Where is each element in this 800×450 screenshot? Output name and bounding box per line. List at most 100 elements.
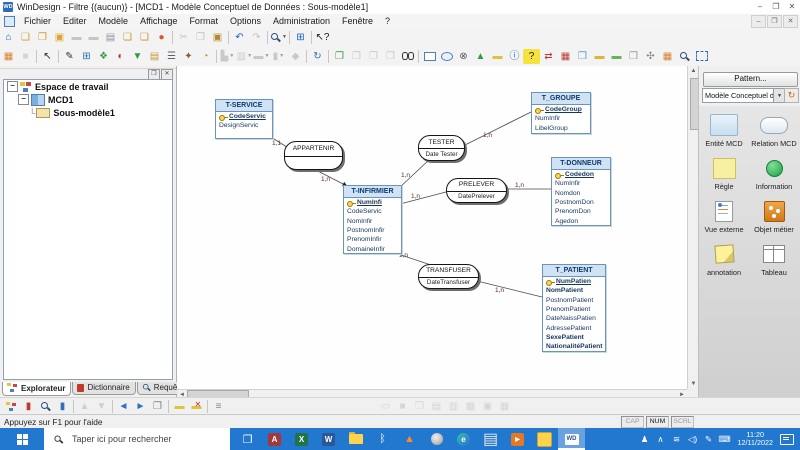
dictionary-book-icon[interactable]: ▮ [20,399,37,414]
minimize-button[interactable]: – [752,1,768,13]
relation-transfuser[interactable]: TRANSFUSERDateTransfuser [418,264,479,289]
printer-icon[interactable]: ▤ [477,428,504,450]
palette-item-information[interactable]: Information [749,157,799,191]
pattern-model-select[interactable]: Modèle Conceptuel de Dor ▼ [702,88,786,103]
entity-t-donneur[interactable]: T-DONNEURCodedonNumInfirNomdonPostnomDon… [551,157,611,226]
print-icon[interactable]: ▤ [102,30,119,45]
file-explorer-icon[interactable] [342,428,369,450]
maximize-button[interactable]: ❐ [768,1,784,13]
menu-editer[interactable]: Editer [57,14,93,28]
link-tool-icon[interactable]: ⇄ [540,49,557,64]
refresh-icon[interactable]: ↻ [309,49,326,64]
note-tool-icon[interactable]: ? [523,49,540,64]
mdi-minimize-button[interactable]: – [751,15,766,28]
palette-item-annotation[interactable]: annotation [699,243,749,277]
edge-icon[interactable]: e [450,428,477,450]
notification-center-icon[interactable] [780,434,794,445]
entity-t-infirmier[interactable]: T-INFIRMIERNumInfiCodeServicNomInfirPost… [343,185,402,254]
vlc-icon[interactable]: ▲ [396,428,423,450]
new-model-icon[interactable]: ❏ [17,30,34,45]
folder-green-icon[interactable]: ▬ [608,49,625,64]
grid-icon[interactable]: ⊞ [292,30,309,45]
hierarchy-icon[interactable]: ⊞ [78,49,95,64]
show-labels-icon[interactable]: ▬ [171,399,188,414]
zoom-icon[interactable]: ▼ [270,30,287,45]
pen-icon[interactable]: ✎ [701,434,717,445]
open-icon[interactable]: ▣ [51,30,68,45]
new-from-model-icon[interactable]: ❐ [34,30,51,45]
hide-labels-icon[interactable]: ▬ [188,399,205,414]
pattern-reload-icon[interactable]: ↻ [784,88,799,103]
tree-item-sous-mod-le1[interactable]: └Sous-modèle1 [4,106,172,119]
information-tool-icon[interactable]: ⓘ [506,49,523,64]
import-icon[interactable]: ❏ [136,30,153,45]
entity-tool-icon[interactable] [421,49,438,64]
palette-item-relation[interactable]: Relation MCD [749,114,799,148]
paste-icon[interactable]: ▣ [209,30,226,45]
gray-app-icon[interactable] [423,428,450,450]
clipboard-icon[interactable]: ▤ [146,49,163,64]
touch-keyboard-icon[interactable]: ⌨ [717,434,733,445]
network-icon[interactable]: ≋ [669,434,685,445]
generate-icon[interactable]: ✣ [642,49,659,64]
nav-back-icon[interactable]: ◄ [115,399,132,414]
access-icon[interactable]: A [261,428,288,450]
windesign-app-icon[interactable]: WD [558,428,585,450]
folder-yellow-icon[interactable]: ▬ [591,49,608,64]
palette-item-business-object[interactable]: Objet métier [749,200,799,234]
search-input[interactable] [70,433,214,445]
mdi-close-button[interactable]: ✕ [783,15,798,28]
table-tool-icon[interactable]: ▦ [557,49,574,64]
select-region-icon[interactable] [693,49,710,64]
expand-toggle-icon[interactable]: − [18,94,29,105]
label-tool-icon[interactable]: ▬ [489,49,506,64]
relation-tool-icon[interactable] [438,49,455,64]
mdi-restore-button[interactable]: ❐ [767,15,782,28]
taskbar-search[interactable] [44,428,230,450]
domain-tool-icon[interactable]: ▲ [472,49,489,64]
menu-fentre[interactable]: Fenêtre [336,14,379,28]
start-button[interactable] [0,428,44,450]
excel-icon[interactable]: X [288,428,315,450]
menu-administration[interactable]: Administration [267,14,336,28]
palette-item-rule[interactable]: Règle [699,157,749,191]
collapse-panel-icon[interactable]: ≡ [210,399,227,414]
chevron-up-icon[interactable]: ∧ [653,434,669,445]
volume-icon[interactable]: ◁) [685,434,701,445]
explorer-tree-icon[interactable] [3,399,20,414]
menu-format[interactable]: Format [183,14,224,28]
bluetooth-icon[interactable]: ᛒ [369,428,396,450]
format-painter-icon[interactable]: ◐ [112,49,129,64]
select-tool-icon[interactable]: ↖ [39,49,56,64]
wizard-icon[interactable]: ✦ [180,49,197,64]
pages-tool-icon[interactable]: ❒ [574,49,591,64]
model-check-icon[interactable]: ▦ [0,49,17,64]
mosaic-icon[interactable]: ▦ [659,49,676,64]
palette-item-external-view[interactable]: Vue externe [699,200,749,234]
constraint-tool-icon[interactable]: ⊗ [455,49,472,64]
people-icon[interactable]: ♟ [637,434,653,445]
pattern-button[interactable]: Pattern... [703,72,798,87]
report-icon[interactable]: ☰ [163,49,180,64]
menu-modle[interactable]: Modèle [93,14,135,28]
word-icon[interactable]: W [315,428,342,450]
documentation-book-icon[interactable]: ▮ [54,399,71,414]
relation-prelever[interactable]: PRELEVERDatePrelever [446,178,507,203]
import-data-icon[interactable]: ▼ [129,49,146,64]
menu-?[interactable]: ? [379,14,396,28]
shapes-icon[interactable]: ❖ [95,49,112,64]
menu-fichier[interactable]: Fichier [18,14,57,28]
layers-icon[interactable]: ❐ [331,49,348,64]
media-app-icon[interactable]: ▶ [504,428,531,450]
entity-t-service[interactable]: T-SERVICECodeServicDesignServic [215,99,273,139]
nav-forward-icon[interactable]: ► [132,399,149,414]
web-publish-icon[interactable]: ● [153,30,170,45]
expand-toggle-icon[interactable]: − [7,81,18,92]
shape-link-icon[interactable]: ❒ [625,49,642,64]
palette-item-entity[interactable]: Entité MCD [699,114,749,148]
relation-appartenir[interactable]: APPARTENIR [284,141,343,170]
tab-dictionnaire[interactable]: Dictionnaire [72,382,135,395]
history-icon[interactable]: ◔ [197,49,214,64]
find-objects-icon[interactable] [399,49,416,64]
export-icon[interactable]: ❏ [119,30,136,45]
